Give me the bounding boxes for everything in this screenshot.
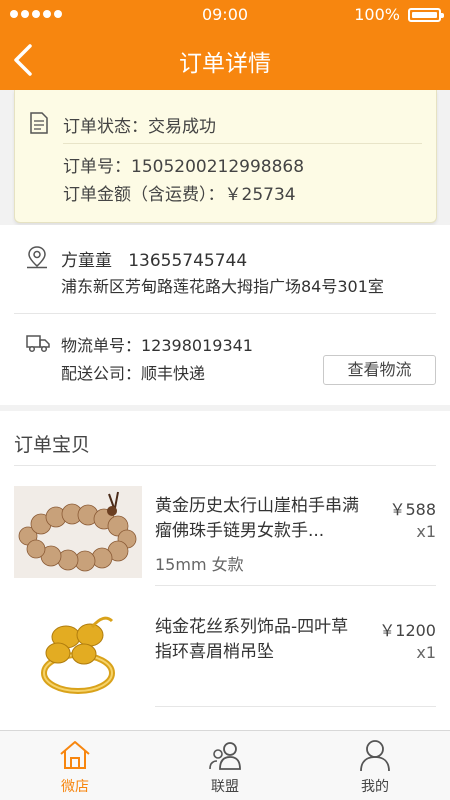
section-title: 订单宝贝 bbox=[14, 434, 91, 456]
view-logistics-button[interactable]: 查看物流 bbox=[323, 355, 436, 385]
product-quantity: x1 bbox=[416, 643, 436, 662]
order-item[interactable]: 纯金花丝系列饰品-四叶草指环喜眉梢吊坠 ￥1200 x1 bbox=[0, 587, 450, 707]
product-image-ring bbox=[14, 607, 142, 699]
divider bbox=[14, 313, 436, 314]
tab-shop[interactable]: 微店 bbox=[0, 731, 150, 800]
tab-alliance[interactable]: 联盟 bbox=[150, 731, 300, 800]
top-bar: 09:00 100% 订单详情 bbox=[0, 0, 450, 90]
product-image-bracelet bbox=[14, 486, 142, 578]
divider bbox=[63, 143, 422, 144]
tab-mine[interactable]: 我的 bbox=[300, 731, 450, 800]
truck-icon bbox=[26, 335, 50, 353]
order-number: 订单号：1505200212998868 bbox=[63, 157, 305, 177]
product-name: 纯金花丝系列饰品-四叶草指环喜眉梢吊坠 bbox=[155, 617, 349, 662]
page-title: 订单详情 bbox=[179, 51, 271, 77]
home-icon bbox=[60, 741, 90, 769]
product-name: 黄金历史太行山崖柏手串满瘤佛珠手链男女款手... bbox=[155, 496, 359, 541]
product-spec: 15mm 女款 bbox=[155, 555, 244, 574]
order-status: 订单状态：交易成功 bbox=[63, 117, 216, 137]
users-icon bbox=[209, 742, 241, 770]
product-price: ￥588 bbox=[389, 500, 436, 519]
tracking-number: 物流单号：12398019341 bbox=[61, 336, 253, 355]
divider bbox=[155, 585, 436, 586]
status-bar: 09:00 100% bbox=[0, 0, 450, 30]
recipient-name-phone: 方童童 13655745744 bbox=[61, 251, 248, 271]
battery-percent: 100% bbox=[354, 5, 400, 24]
document-icon bbox=[30, 112, 48, 134]
tab-label: 微店 bbox=[61, 779, 89, 795]
carrier: 配送公司：顺丰快递 bbox=[61, 364, 206, 383]
order-amount: 订单金额（含运费）：￥25734 bbox=[63, 185, 296, 205]
user-icon bbox=[360, 740, 390, 772]
product-price: ￥1200 bbox=[379, 621, 436, 640]
tab-label: 我的 bbox=[361, 779, 389, 795]
tab-bar: 微店 联盟 我的 bbox=[0, 730, 450, 800]
recipient-address: 浦东新区芳甸路莲花路大拇指广场84号301室 bbox=[61, 277, 384, 296]
order-items-panel: 订单宝贝 黄金历史太行山崖柏手串满瘤佛珠手链男女款手... 15mm 女款 ￥5… bbox=[0, 411, 450, 730]
order-item[interactable]: 黄金历史太行山崖柏手串满瘤佛珠手链男女款手... 15mm 女款 ￥588 x1 bbox=[0, 466, 450, 586]
location-icon bbox=[27, 246, 47, 269]
tab-label: 联盟 bbox=[211, 779, 239, 795]
product-quantity: x1 bbox=[416, 522, 436, 541]
delivery-info-panel: 方童童 13655745744 浦东新区芳甸路莲花路大拇指广场84号301室 物… bbox=[0, 225, 450, 405]
battery-icon bbox=[408, 8, 444, 22]
divider bbox=[155, 706, 436, 707]
order-status-card: 订单状态：交易成功 订单号：1505200212998868 订单金额（含运费）… bbox=[14, 90, 437, 223]
